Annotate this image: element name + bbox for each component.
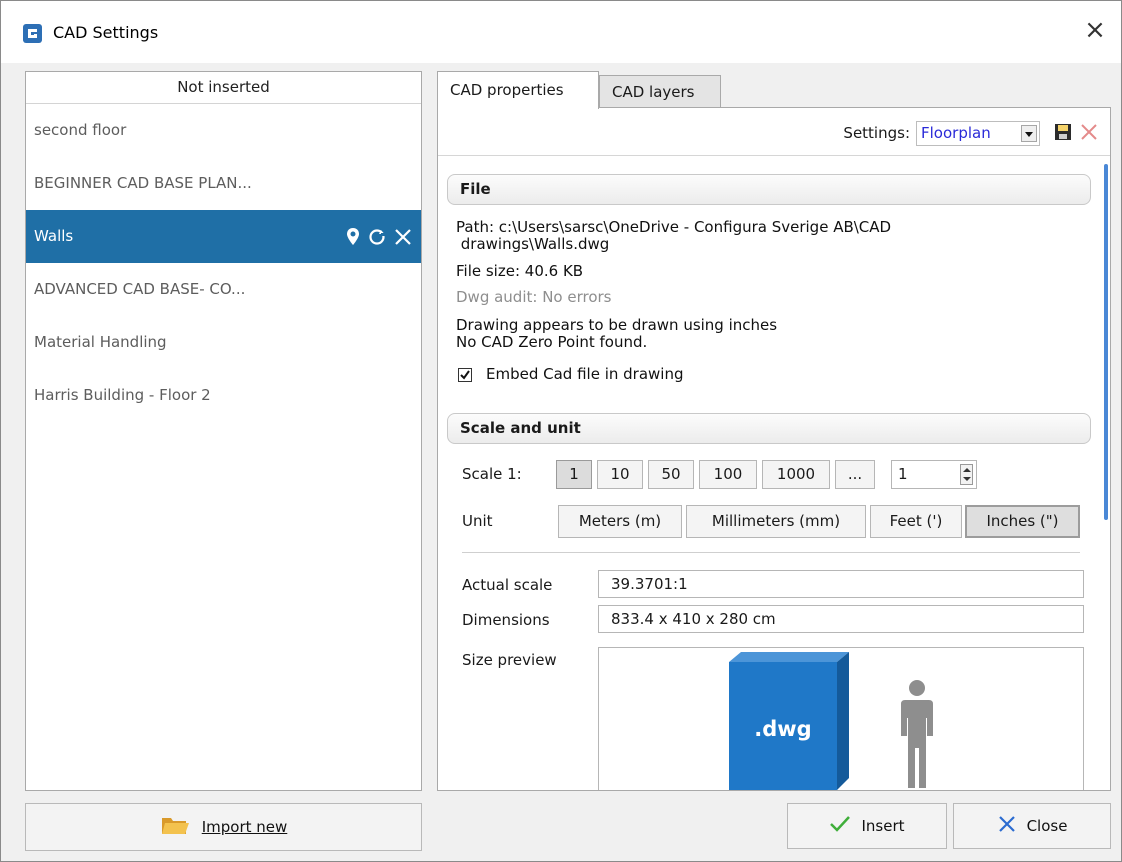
unit-millimeters-button[interactable]: Millimeters (mm) — [686, 505, 866, 538]
close-label: Close — [1026, 817, 1068, 835]
unit-inches-button[interactable]: Inches (") — [965, 505, 1080, 538]
dimensions-field: 833.4 x 410 x 280 cm — [598, 605, 1084, 633]
folder-icon — [160, 813, 190, 841]
size-preview-box: .dwg — [598, 647, 1084, 790]
app-logo-icon — [23, 24, 42, 43]
save-icon[interactable] — [1054, 123, 1072, 145]
title-bar: CAD Settings × — [1, 1, 1121, 63]
scale-100-button[interactable]: 100 — [699, 460, 757, 489]
file-section-header[interactable]: File — [447, 174, 1091, 205]
scale-1-button[interactable]: 1 — [556, 460, 592, 489]
embed-cad-label: Embed Cad file in drawing — [486, 365, 684, 383]
cad-file-list: Not inserted second floor BEGINNER CAD B… — [25, 71, 422, 791]
list-item[interactable]: Harris Building - Floor 2 — [26, 369, 421, 422]
import-new-button[interactable]: Import new — [25, 803, 422, 851]
file-path-line-1: Path: c:\Users\sarsc\OneDrive - Configur… — [456, 218, 892, 236]
tab-cad-properties[interactable]: CAD properties — [437, 71, 599, 109]
scale-unit-section-header[interactable]: Scale and unit — [447, 413, 1091, 444]
unit-label: Unit — [462, 512, 493, 530]
cad-properties-panel: Settings: Floorplan File Path: c:\Users\… — [437, 107, 1111, 791]
tab-cad-layers[interactable]: CAD layers — [599, 75, 721, 108]
list-item[interactable]: Material Handling — [26, 316, 421, 369]
insert-button[interactable]: Insert — [787, 803, 947, 849]
refresh-icon[interactable] — [367, 227, 387, 247]
file-path-line-2: drawings\Walls.dwg — [456, 235, 610, 253]
unit-meters-button[interactable]: Meters (m) — [558, 505, 682, 538]
list-item-label: BEGINNER CAD BASE PLAN... — [34, 174, 252, 192]
chevron-down-icon[interactable] — [1021, 125, 1037, 142]
scale-label: Scale 1: — [462, 465, 522, 483]
close-button[interactable]: Close — [953, 803, 1111, 849]
scale-10-button[interactable]: 10 — [597, 460, 643, 489]
vertical-scrollbar[interactable] — [1104, 164, 1108, 520]
close-icon — [997, 814, 1017, 838]
list-item-selected[interactable]: Walls — [26, 210, 421, 263]
list-item-label: Harris Building - Floor 2 — [34, 386, 211, 404]
settings-dropdown-value: Floorplan — [921, 124, 991, 142]
divider — [462, 552, 1080, 553]
dwg-audit: Dwg audit: No errors — [456, 288, 612, 306]
units-note: Drawing appears to be drawn using inches — [456, 316, 778, 334]
import-new-label: Import new — [201, 818, 288, 836]
settings-row: Settings: Floorplan — [438, 108, 1110, 156]
scale-50-button[interactable]: 50 — [648, 460, 694, 489]
scale-1000-button[interactable]: 1000 — [762, 460, 830, 489]
location-pin-icon[interactable] — [345, 227, 361, 247]
remove-icon[interactable] — [393, 227, 413, 247]
checkmark-icon — [829, 815, 851, 837]
item-actions — [345, 210, 413, 263]
file-size: File size: 40.6 KB — [456, 262, 584, 280]
list-item[interactable]: second floor — [26, 104, 421, 157]
list-item[interactable]: ADVANCED CAD BASE- CO... — [26, 263, 421, 316]
actual-scale-label: Actual scale — [462, 576, 553, 594]
dwg-cube-icon: .dwg — [729, 652, 849, 790]
insert-label: Insert — [861, 817, 905, 835]
settings-dropdown[interactable]: Floorplan — [916, 121, 1040, 146]
embed-cad-checkbox[interactable] — [458, 368, 472, 382]
settings-label: Settings: — [843, 124, 910, 142]
list-item-label: Material Handling — [34, 333, 167, 351]
scale-input[interactable]: 1 — [891, 460, 977, 489]
list-header: Not inserted — [26, 72, 421, 104]
scale-input-value: 1 — [898, 465, 908, 483]
list-item-label: second floor — [34, 121, 127, 139]
size-preview-label: Size preview — [462, 651, 557, 669]
delete-icon[interactable] — [1080, 123, 1098, 145]
window-close-icon[interactable]: × — [1083, 17, 1107, 43]
list-item-label: ADVANCED CAD BASE- CO... — [34, 280, 246, 298]
dimensions-label: Dimensions — [462, 611, 550, 629]
cad-settings-dialog: CAD Settings × Not inserted second floor… — [0, 0, 1122, 862]
actual-scale-field: 39.3701:1 — [598, 570, 1084, 598]
spinner-icon[interactable] — [960, 464, 973, 485]
person-icon — [901, 680, 933, 788]
scale-more-button[interactable]: ... — [835, 460, 875, 489]
zero-point-note: No CAD Zero Point found. — [456, 333, 648, 351]
cube-label: .dwg — [754, 717, 811, 741]
list-item-label: Walls — [34, 227, 74, 245]
unit-feet-button[interactable]: Feet (') — [870, 505, 962, 538]
window-title: CAD Settings — [53, 23, 159, 42]
list-item[interactable]: BEGINNER CAD BASE PLAN... — [26, 157, 421, 210]
